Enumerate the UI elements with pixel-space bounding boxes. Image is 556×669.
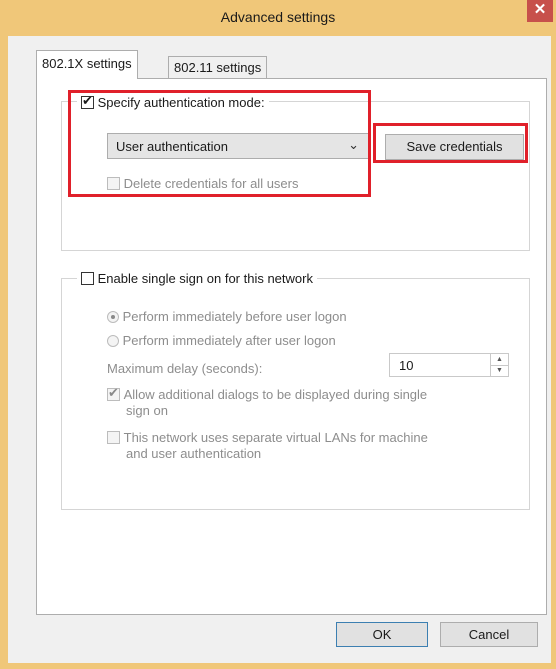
specify-auth-mode-row[interactable]: ✔ Specify authentication mode:: [77, 93, 269, 111]
dialog-client-area: 802.1X settings 802.11 settings ✔ Specif…: [8, 36, 551, 663]
advanced-settings-window: Advanced settings ✕ 802.1X settings 802.…: [0, 0, 556, 669]
ok-button[interactable]: OK: [336, 622, 428, 647]
separate-vlans-row[interactable]: This network uses separate virtual LANs …: [107, 429, 428, 445]
enable-sso-checkbox[interactable]: [81, 272, 94, 286]
max-delay-spinner[interactable]: 10 ▲ ▼: [389, 353, 509, 377]
check-icon: ✔: [82, 93, 93, 109]
separate-vlans-label-line2: and user authentication: [126, 446, 262, 461]
max-delay-value[interactable]: 10: [399, 358, 413, 373]
enable-sso-label: Enable single sign on for this network: [97, 271, 313, 287]
max-delay-label: Maximum delay (seconds):: [107, 361, 263, 376]
title-bar[interactable]: Advanced settings ✕: [0, 0, 556, 36]
delete-credentials-row[interactable]: Delete credentials for all users: [107, 175, 298, 191]
window-title: Advanced settings: [220, 9, 336, 25]
tab-802-1x-settings[interactable]: 802.1X settings: [36, 50, 138, 79]
radio-selected-dot: [111, 314, 115, 319]
allow-dialogs-row[interactable]: ✔ Allow additional dialogs to be display…: [107, 385, 428, 403]
allow-dialogs-label-line2: sign on: [126, 403, 168, 418]
save-credentials-button[interactable]: Save credentials: [385, 134, 524, 160]
close-button[interactable]: ✕: [527, 0, 553, 22]
separate-vlans-label-line1: This network uses separate virtual LANs …: [123, 430, 428, 446]
delete-credentials-label: Delete credentials for all users: [123, 176, 299, 192]
delete-credentials-checkbox[interactable]: [107, 177, 120, 191]
radio-after-logon[interactable]: [107, 334, 119, 347]
tab-802-11-settings[interactable]: 802.11 settings: [168, 56, 268, 78]
spin-down-icon[interactable]: ▼: [491, 365, 508, 376]
separate-vlans-checkbox[interactable]: [107, 431, 120, 445]
enable-sso-row[interactable]: Enable single sign on for this network: [77, 270, 317, 287]
cancel-button[interactable]: Cancel: [440, 622, 538, 647]
radio-after-logon-label: Perform immediately after user logon: [122, 333, 336, 349]
auth-mode-selected-value: User authentication: [116, 139, 229, 154]
specify-auth-mode-label: Specify authentication mode:: [97, 95, 265, 111]
close-icon: ✕: [533, 1, 547, 18]
spinner-buttons: ▲ ▼: [490, 354, 508, 376]
radio-before-logon-label: Perform immediately before user logon: [122, 309, 347, 325]
auth-mode-dropdown[interactable]: User authentication ⌄: [107, 133, 369, 159]
radio-before-logon-row[interactable]: Perform immediately before user logon: [107, 308, 347, 324]
tab-panel-802-1x: ✔ Specify authentication mode: User auth…: [36, 78, 547, 615]
radio-before-logon[interactable]: [107, 310, 119, 323]
check-icon: ✔: [108, 385, 119, 401]
chevron-down-icon: ⌄: [348, 137, 359, 152]
allow-dialogs-label-line1: Allow additional dialogs to be displayed…: [123, 387, 428, 403]
radio-after-logon-row[interactable]: Perform immediately after user logon: [107, 332, 336, 348]
allow-dialogs-checkbox[interactable]: ✔: [107, 385, 120, 402]
specify-auth-mode-checkbox[interactable]: ✔: [81, 93, 94, 110]
